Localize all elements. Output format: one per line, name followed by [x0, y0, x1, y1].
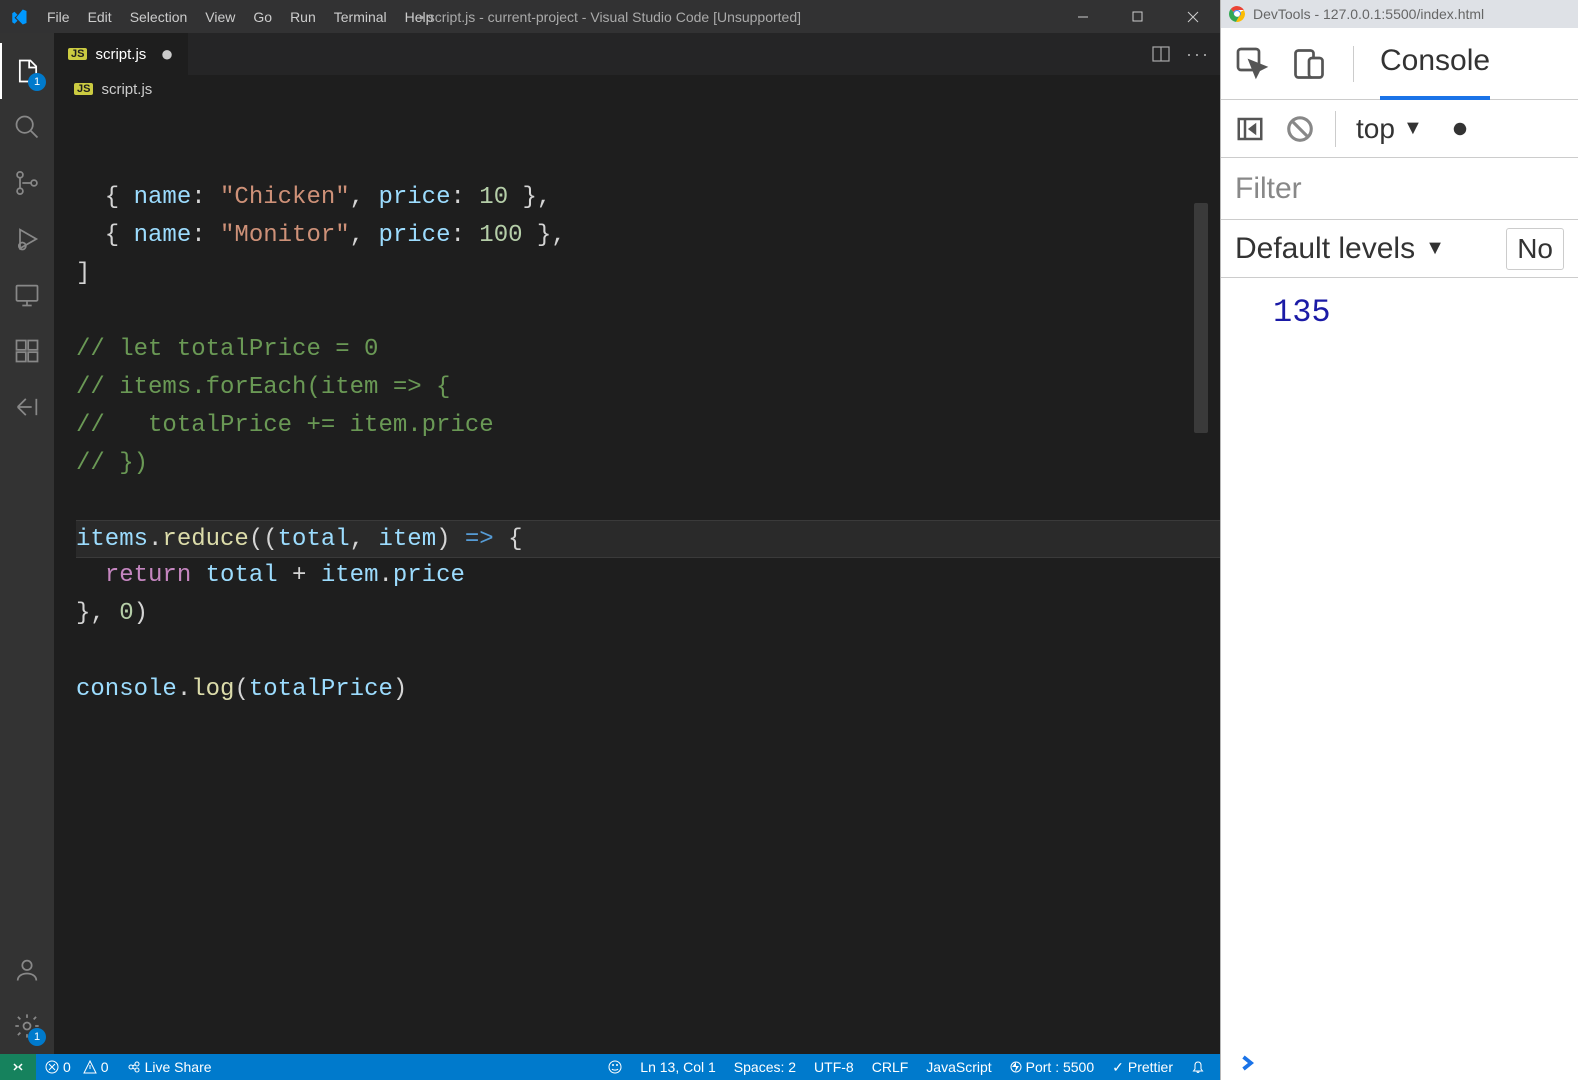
side-button[interactable]: No: [1506, 228, 1564, 270]
code-line[interactable]: { name: "Chicken", price: 10 },: [76, 179, 1220, 217]
code-line[interactable]: items.reduce((total, item) => {: [76, 520, 1220, 558]
menu-view[interactable]: View: [196, 9, 244, 25]
breadcrumb[interactable]: JS script.js: [54, 75, 1220, 103]
context-selector[interactable]: top▼: [1356, 113, 1423, 145]
explorer-badge: 1: [28, 73, 46, 91]
window-title: script.js - current-project - Visual Stu…: [419, 9, 801, 25]
menu-go[interactable]: Go: [244, 9, 281, 25]
status-port[interactable]: Port : 5500: [1001, 1059, 1104, 1076]
breadcrumb-path: script.js: [101, 81, 152, 98]
menu-run[interactable]: Run: [281, 9, 325, 25]
devtools-tabs: Console: [1221, 28, 1578, 100]
menu-selection[interactable]: Selection: [121, 9, 197, 25]
code-line[interactable]: [76, 293, 1220, 331]
eye-icon[interactable]: [1453, 114, 1467, 144]
live-share-icon[interactable]: [0, 379, 54, 435]
code-line[interactable]: console.log(totalPrice): [76, 671, 1220, 709]
code-line[interactable]: { name: "Monitor", price: 100 },: [76, 217, 1220, 255]
status-bell-icon[interactable]: [1182, 1059, 1214, 1076]
console-prompt[interactable]: [1221, 1046, 1578, 1080]
status-language[interactable]: JavaScript: [917, 1059, 1000, 1076]
devtools-titlebar: DevTools - 127.0.0.1:5500/index.html: [1221, 0, 1578, 28]
extensions-icon[interactable]: [0, 323, 54, 379]
code-line[interactable]: [76, 483, 1220, 521]
status-encoding[interactable]: UTF-8: [805, 1059, 863, 1076]
tab-filename: script.js: [95, 46, 146, 63]
console-message: 135: [1221, 290, 1578, 335]
statusbar: 0 0 Live Share Ln 13, Col 1 Spaces: 2 UT…: [0, 1054, 1220, 1080]
filter-row: [1221, 158, 1578, 220]
settings-badge: 1: [28, 1028, 46, 1046]
menubar: FileEditSelectionViewGoRunTerminalHelp: [38, 9, 442, 25]
clear-console-icon[interactable]: [1285, 114, 1315, 144]
minimap[interactable]: [1194, 103, 1208, 743]
code-line[interactable]: // let totalPrice = 0: [76, 331, 1220, 369]
minimap-thumb[interactable]: [1194, 203, 1208, 433]
tab-console[interactable]: Console: [1380, 28, 1490, 100]
remote-explorer-icon[interactable]: [0, 267, 54, 323]
status-feedback[interactable]: [599, 1059, 631, 1076]
devtools-window: DevTools - 127.0.0.1:5500/index.html Con…: [1220, 0, 1578, 1080]
vscode-logo-icon: [10, 8, 28, 26]
code-line[interactable]: [76, 633, 1220, 671]
source-control-icon[interactable]: [0, 155, 54, 211]
dirty-indicator-icon: ●: [160, 41, 173, 67]
titlebar: FileEditSelectionViewGoRunTerminalHelp s…: [0, 0, 1220, 33]
divider: [1335, 111, 1336, 147]
accounts-icon[interactable]: [0, 942, 54, 998]
code-line[interactable]: // }): [76, 445, 1220, 483]
status-spaces[interactable]: Spaces: 2: [725, 1059, 805, 1076]
device-toolbar-icon[interactable]: [1291, 46, 1327, 82]
maximize-button[interactable]: [1110, 0, 1165, 33]
close-button[interactable]: [1165, 0, 1220, 33]
show-sidebar-icon[interactable]: [1235, 114, 1265, 144]
devtools-title: DevTools - 127.0.0.1:5500/index.html: [1253, 6, 1484, 22]
console-messages: 135: [1221, 278, 1578, 1046]
more-actions-icon[interactable]: ···: [1186, 44, 1210, 65]
menu-terminal[interactable]: Terminal: [325, 9, 396, 25]
levels-row: Default levels▼ No: [1221, 220, 1578, 278]
vscode-window: FileEditSelectionViewGoRunTerminalHelp s…: [0, 0, 1220, 1080]
search-icon[interactable]: [0, 99, 54, 155]
filter-input[interactable]: [1235, 172, 1578, 206]
divider: [1353, 46, 1354, 82]
code-line[interactable]: // totalPrice += item.price: [76, 407, 1220, 445]
tab-scriptjs[interactable]: JS script.js ●: [54, 33, 189, 75]
run-debug-icon[interactable]: [0, 211, 54, 267]
status-eol[interactable]: CRLF: [863, 1059, 918, 1076]
menu-edit[interactable]: Edit: [79, 9, 121, 25]
explorer-icon[interactable]: 1: [0, 43, 54, 99]
menu-file[interactable]: File: [38, 9, 79, 25]
js-badge-icon: JS: [74, 83, 93, 95]
status-warnings[interactable]: 0: [74, 1059, 118, 1075]
code-line[interactable]: // items.forEach(item => {: [76, 369, 1220, 407]
code-line[interactable]: ]: [76, 255, 1220, 293]
status-ln-col[interactable]: Ln 13, Col 1: [631, 1059, 725, 1076]
inspect-element-icon[interactable]: [1235, 46, 1271, 82]
code-editor[interactable]: { name: "Chicken", price: 10 }, { name: …: [54, 103, 1220, 1054]
code-line[interactable]: }, 0): [76, 595, 1220, 633]
remote-button[interactable]: [0, 1054, 36, 1080]
minimize-button[interactable]: [1055, 0, 1110, 33]
status-prettier[interactable]: ✓ Prettier: [1103, 1059, 1182, 1076]
activity-bar: 1 1: [0, 33, 54, 1054]
status-live-share[interactable]: Live Share: [118, 1059, 221, 1075]
log-levels-selector[interactable]: Default levels▼: [1235, 232, 1445, 266]
tabs-bar: JS script.js ● ···: [54, 33, 1220, 75]
split-editor-icon[interactable]: [1152, 45, 1170, 63]
code-line[interactable]: return total + item.price: [76, 557, 1220, 595]
chrome-logo-icon: [1229, 6, 1245, 22]
devtools-toolbar: top▼: [1221, 100, 1578, 158]
settings-gear-icon[interactable]: 1: [0, 998, 54, 1054]
js-badge-icon: JS: [68, 48, 87, 60]
